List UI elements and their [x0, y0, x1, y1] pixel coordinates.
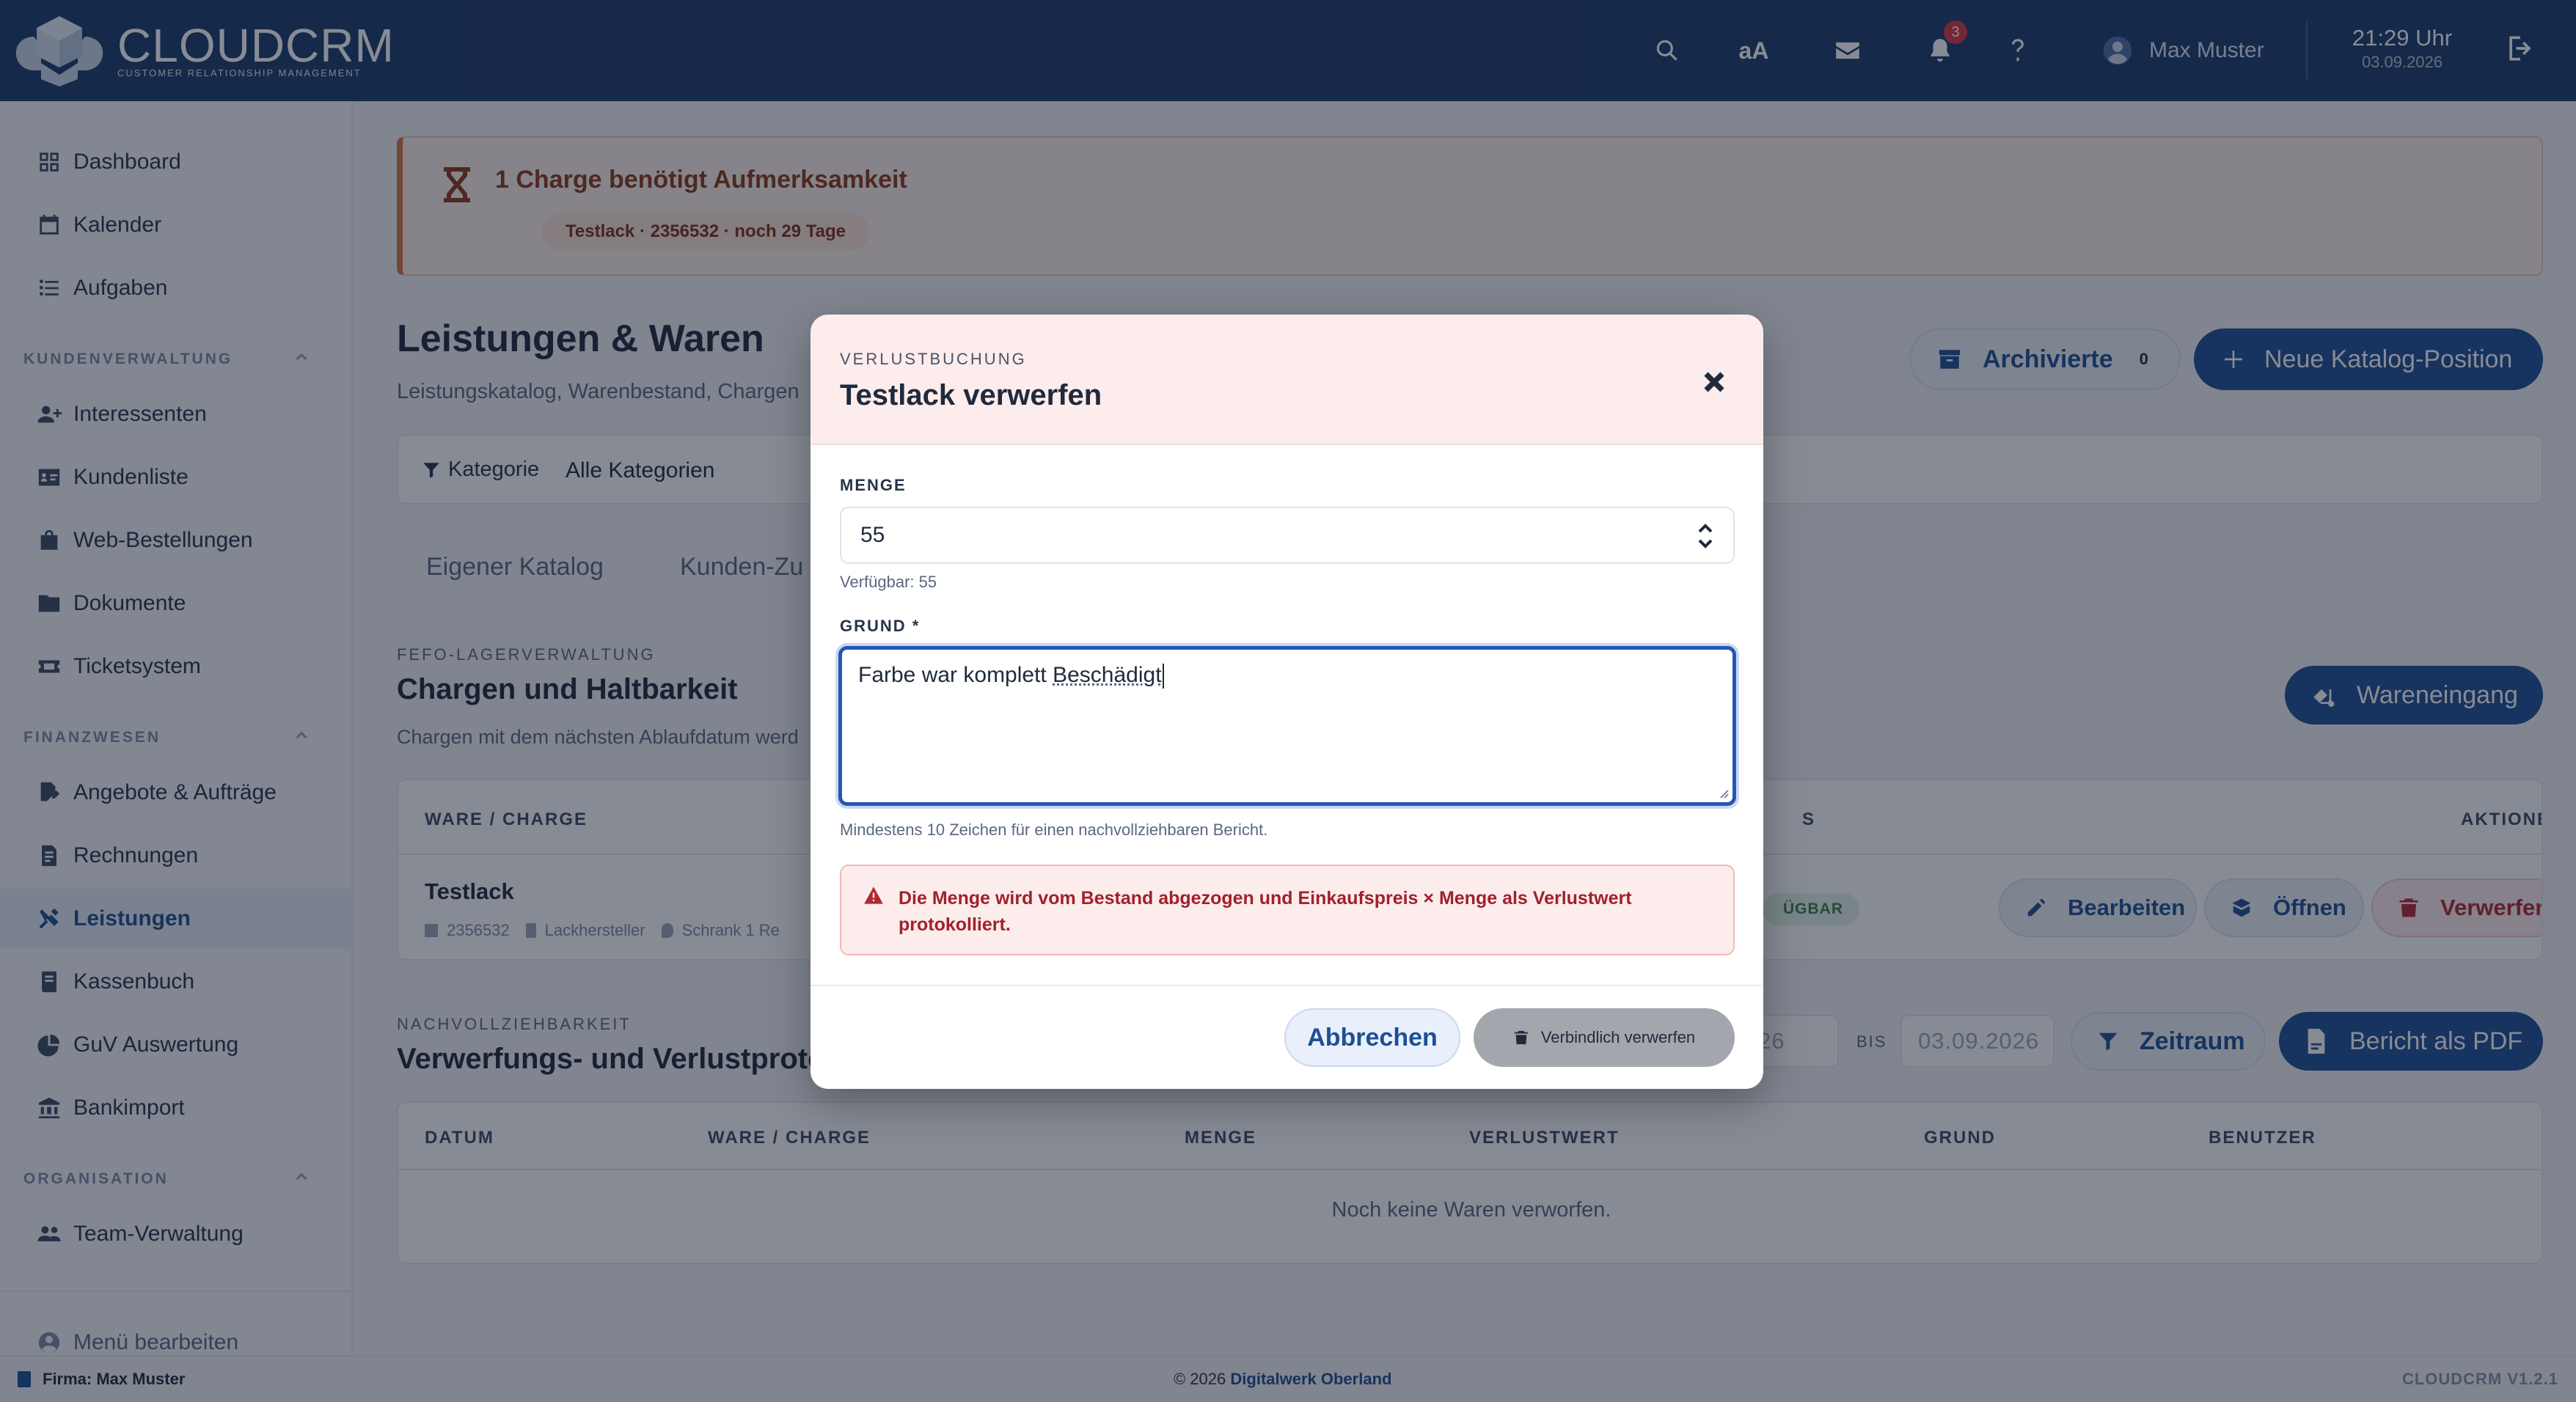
loss-warning: Die Menge wird vom Bestand abgezogen und… — [840, 865, 1735, 955]
reason-min-length-hint: Mindestens 10 Zeichen für einen nachvoll… — [840, 821, 1268, 839]
trash-icon — [1514, 1030, 1528, 1045]
resize-handle-icon[interactable] — [1716, 786, 1730, 799]
dialog-header: VERLUSTBUCHUNG Testlack verwerfen — [811, 315, 1763, 445]
cancel-button[interactable]: Abbrechen — [1284, 1008, 1460, 1067]
reason-text-flagged-word: Beschädigt — [1053, 663, 1162, 687]
close-icon — [1704, 372, 1724, 392]
warning-triangle-icon — [864, 887, 883, 904]
dialog-kicker: VERLUSTBUCHUNG — [840, 350, 1027, 368]
discard-dialog: VERLUSTBUCHUNG Testlack verwerfen MENGE … — [811, 315, 1763, 1089]
dialog-footer-divider — [811, 985, 1763, 986]
quantity-input[interactable]: 55 — [840, 507, 1735, 564]
stepper-icon[interactable] — [1697, 521, 1714, 551]
quantity-label: MENGE — [840, 476, 907, 494]
reason-text: Farbe war komplett — [858, 663, 1053, 687]
dialog-title: Testlack verwerfen — [840, 379, 1102, 411]
warning-text: Die Menge wird vom Bestand abgezogen und… — [899, 888, 1632, 935]
reason-textarea[interactable]: Farbe war komplett Beschädigt — [838, 646, 1736, 806]
text-caret — [1162, 664, 1164, 689]
quantity-available-hint: Verfügbar: 55 — [840, 573, 937, 591]
confirm-discard-button[interactable]: Verbindlich verwerfen — [1474, 1008, 1735, 1067]
reason-label: GRUND * — [840, 617, 921, 635]
close-button[interactable] — [1698, 366, 1730, 398]
quantity-value: 55 — [860, 523, 885, 547]
confirm-discard-label: Verbindlich verwerfen — [1540, 1028, 1696, 1046]
